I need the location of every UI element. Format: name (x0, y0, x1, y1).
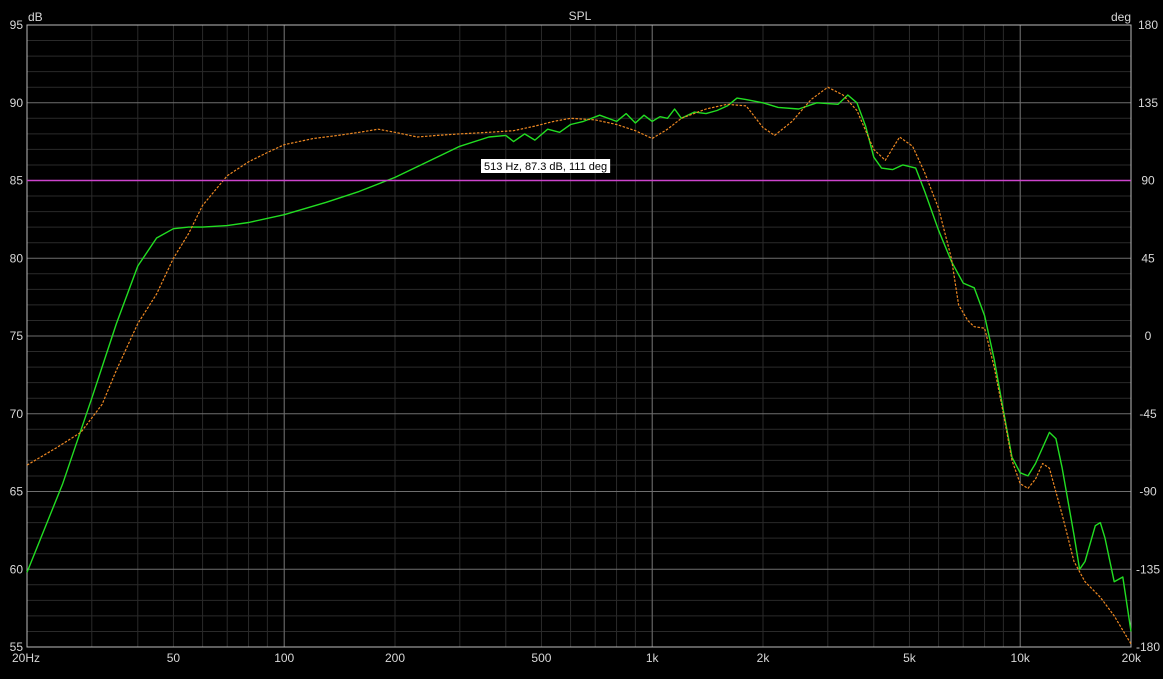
y-axis-unit-right: deg (1111, 10, 1131, 24)
y2-tick-label: 90 (1141, 174, 1155, 188)
y-axis-unit-left: dB (28, 10, 43, 24)
y2-tick-label: -45 (1139, 407, 1157, 421)
y2-tick-label: -180 (1136, 640, 1160, 654)
y2-tick-label: -135 (1136, 562, 1160, 576)
y-tick-label: 65 (10, 485, 24, 499)
y-tick-label: 60 (10, 562, 24, 576)
y-tick-label: 55 (10, 640, 24, 654)
y-tick-label: 70 (10, 407, 24, 421)
y2-tick-label: -90 (1139, 485, 1157, 499)
y-tick-label: 90 (10, 96, 24, 110)
spl-chart: 513 Hz, 87.3 dB, 111 deg SPL dB deg 20Hz… (0, 0, 1163, 679)
x-tick-label: 200 (385, 651, 405, 665)
y2-tick-label: 0 (1145, 329, 1152, 343)
x-tick-label: 100 (274, 651, 294, 665)
marker-tooltip: 513 Hz, 87.3 dB, 111 deg (481, 159, 611, 173)
chart-background (0, 0, 1163, 679)
marker-readout: 513 Hz, 87.3 dB, 111 deg (484, 161, 607, 173)
y-tick-label: 80 (10, 251, 24, 265)
x-tick-label: 500 (531, 651, 551, 665)
x-tick-label: 50 (167, 651, 181, 665)
y-tick-label: 75 (10, 329, 24, 343)
x-tick-label: 1k (646, 651, 660, 665)
y2-tick-label: 180 (1138, 18, 1158, 32)
y-tick-label: 95 (10, 18, 24, 32)
chart-title: SPL (569, 9, 592, 23)
x-tick-label: 2k (757, 651, 771, 665)
y2-tick-label: 135 (1138, 96, 1158, 110)
x-tick-label: 10k (1011, 651, 1031, 665)
y2-tick-label: 45 (1141, 251, 1155, 265)
x-tick-label: 5k (903, 651, 917, 665)
y-tick-label: 85 (10, 174, 24, 188)
